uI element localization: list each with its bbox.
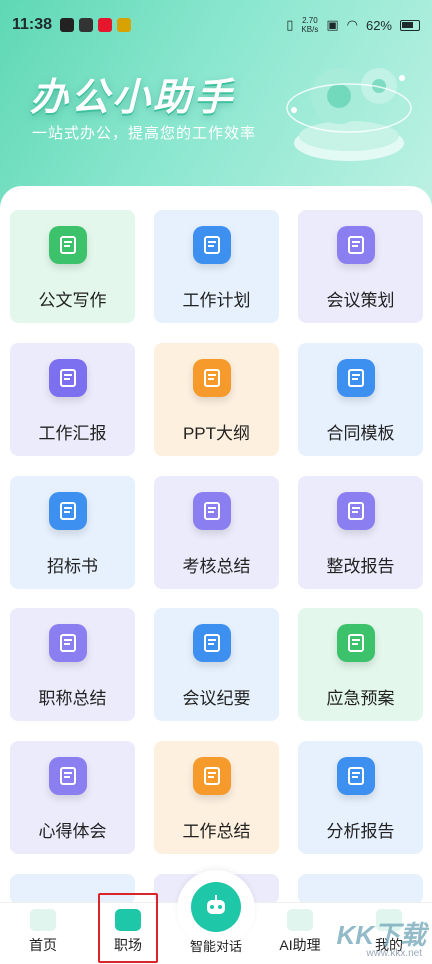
app-icon <box>117 18 132 32</box>
meeting-icon <box>337 226 375 264</box>
feature-card[interactable]: 整改报告 <box>298 476 423 589</box>
heart-card-icon <box>49 757 87 795</box>
feature-card[interactable]: PPT大纲 <box>154 343 279 456</box>
robot-icon <box>287 909 313 931</box>
checklist-icon <box>193 757 231 795</box>
battery-icon <box>400 19 420 31</box>
status-time: 11:38 <box>12 16 53 33</box>
nav-ai-assistant[interactable]: AI助理 <box>265 903 335 964</box>
feature-card[interactable]: 合同模板 <box>298 343 423 456</box>
feature-card-label: 合同模板 <box>326 424 395 443</box>
network-speed: 2.70 KB/s <box>301 16 319 34</box>
feature-card-partial[interactable] <box>298 874 423 904</box>
watermark-url: www.kkx.net <box>366 948 422 959</box>
feature-card[interactable]: 会议策划 <box>298 210 423 323</box>
clock-clipboard-icon <box>193 226 231 264</box>
wifi-icon: ◠ <box>346 17 358 32</box>
feature-card-label: 工作总结 <box>182 822 251 841</box>
document-list-icon <box>49 226 87 264</box>
feature-card-label: 应急预案 <box>326 689 395 708</box>
status-bar: 11:38 ▯ 2.70 KB/s ▣ ◠ 62% <box>0 0 432 50</box>
ppt-icon <box>193 359 231 397</box>
tools-icon <box>337 492 375 530</box>
contract-star-icon <box>337 359 375 397</box>
minutes-icon <box>193 624 231 662</box>
feature-card-label: 整改报告 <box>326 557 395 576</box>
tiktok-icon <box>60 18 75 32</box>
edit-doc-icon <box>193 492 231 530</box>
page-title: 办公小助手 <box>30 77 236 119</box>
feature-card[interactable]: 分析报告 <box>298 741 423 854</box>
feature-card-label: 工作汇报 <box>38 424 107 443</box>
battery-percent: 62% <box>365 17 392 33</box>
header-banner: 11:38 ▯ 2.70 KB/s ▣ ◠ 62% 办公小助手 一站式办公，提高… <box>0 0 432 215</box>
trend-chart-icon <box>49 359 87 397</box>
main-content: 公文写作 工作计划 会议策划工作汇报 PPT大纲 合同模板招标书 考核总结 整改报告职称总结… <box>0 186 432 964</box>
gear-illustration-icon <box>286 68 412 161</box>
feature-card[interactable]: 招标书 <box>10 476 135 589</box>
feature-card-label: 会议纪要 <box>182 689 251 708</box>
feature-card-label: 招标书 <box>47 557 98 576</box>
selection-highlight <box>98 893 158 963</box>
feature-card-label: 公文写作 <box>38 291 107 310</box>
feature-card[interactable]: 公文写作 <box>10 210 135 323</box>
feature-card[interactable]: 应急预案 <box>298 608 423 721</box>
home-icon <box>30 909 56 931</box>
feature-card[interactable]: 会议纪要 <box>154 608 279 721</box>
feature-card-label: 考核总结 <box>182 557 251 576</box>
nav-home[interactable]: 首页 <box>8 903 78 964</box>
app-icon <box>79 18 94 32</box>
feature-card[interactable]: 职称总结 <box>10 608 135 721</box>
weibo-icon <box>98 18 113 32</box>
feature-card[interactable]: 工作计划 <box>154 210 279 323</box>
watermark: KK下载 <box>336 920 426 950</box>
feature-card[interactable]: 心得体会 <box>10 741 135 854</box>
feature-card-label: 心得体会 <box>38 822 107 841</box>
sim-icon: ▣ <box>326 17 339 32</box>
notification-icons <box>60 18 132 32</box>
feature-card-label: 职称总结 <box>38 689 107 708</box>
feature-card-label: PPT大纲 <box>182 424 251 443</box>
warning-doc-icon <box>337 624 375 662</box>
feature-card[interactable]: 考核总结 <box>154 476 279 589</box>
chat-robot-icon <box>191 882 241 932</box>
analysis-chart-icon <box>337 757 375 795</box>
bid-icon <box>49 492 87 530</box>
feature-card-label: 会议策划 <box>326 291 395 310</box>
feature-card[interactable]: 工作汇报 <box>10 343 135 456</box>
feature-card-label: 工作计划 <box>182 291 251 310</box>
page-subtitle: 一站式办公，提高您的工作效率 <box>32 125 257 142</box>
id-card-icon <box>49 624 87 662</box>
feature-card[interactable]: 工作总结 <box>154 741 279 854</box>
nav-smart-chat-label: 智能对话 <box>189 939 242 954</box>
feature-card-label: 分析报告 <box>326 822 395 841</box>
vibrate-icon: ▯ <box>286 17 294 32</box>
